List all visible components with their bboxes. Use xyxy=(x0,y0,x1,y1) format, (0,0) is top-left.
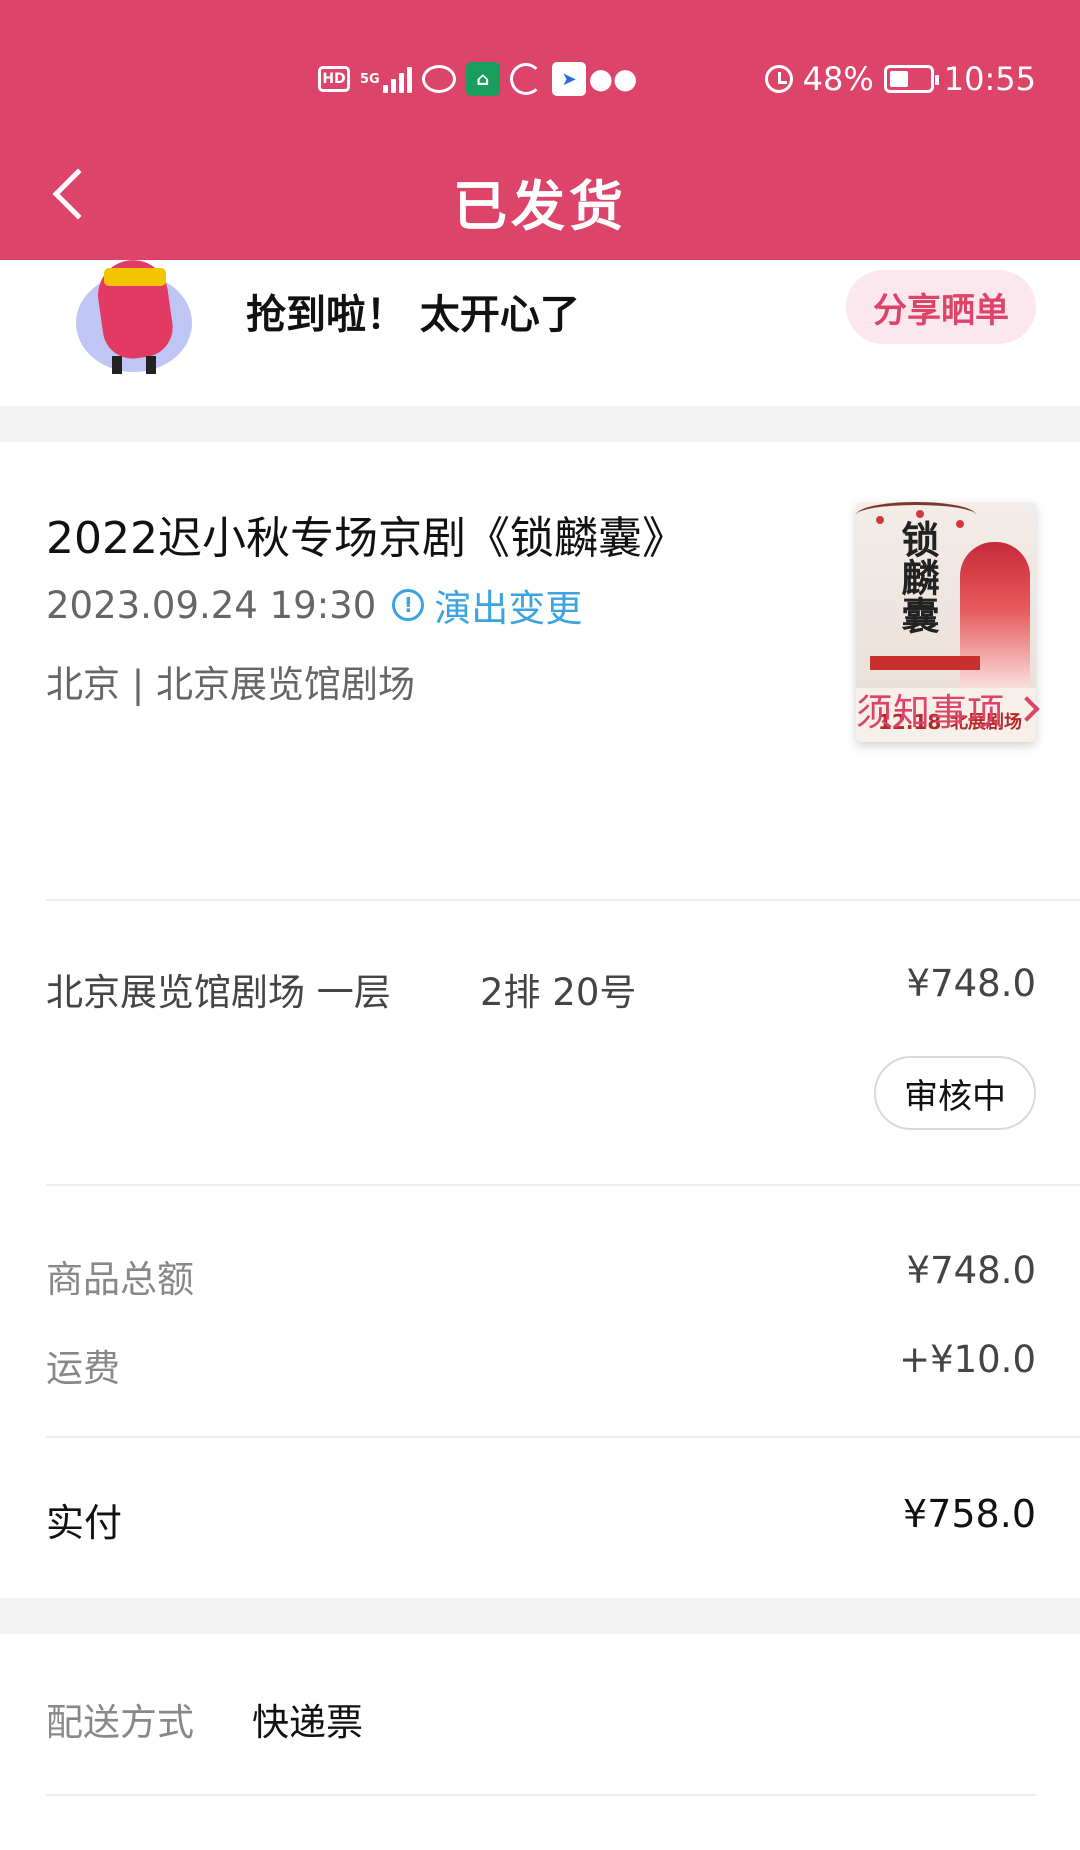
blue-app-icon: ➤ xyxy=(552,62,586,96)
sync-icon xyxy=(510,63,542,95)
review-status-badge[interactable]: 审核中 xyxy=(874,1056,1036,1130)
subtotal-value: ¥748.0 xyxy=(906,1249,1036,1292)
top-header: HD 5G ⌂ ➤ ●● 48% 10:55 已发货 xyxy=(0,0,1080,260)
clock-time: 10:55 xyxy=(943,60,1036,98)
divider xyxy=(46,899,1080,901)
battery-percent: 48% xyxy=(802,60,874,98)
message-icon xyxy=(422,65,456,93)
delivery-method-label: 配送方式 xyxy=(46,1701,194,1744)
show-datetime-row: 2023.09.24 19:30 ! 演出变更 xyxy=(46,578,582,632)
shipping-value: +¥10.0 xyxy=(899,1338,1036,1381)
show-venue: 北京 | 北京展览馆剧场 xyxy=(46,663,415,706)
section-gap xyxy=(0,406,1080,442)
poster-title: 锁麟囊 xyxy=(895,520,940,634)
share-order-button[interactable]: 分享晒单 xyxy=(846,270,1036,344)
share-banner: 抢到啦！ 太开心了 分享晒单 xyxy=(0,255,1080,406)
paid-label: 实付 xyxy=(46,1501,123,1545)
battery-icon xyxy=(883,65,939,93)
paid-value: ¥758.0 xyxy=(903,1492,1036,1536)
share-message: 抢到啦！ 太开心了 xyxy=(246,292,580,338)
info-icon[interactable]: ! xyxy=(392,589,425,621)
green-app-icon: ⌂ xyxy=(466,62,500,96)
status-icons-right: 48% 10:55 xyxy=(764,52,1036,106)
seat-price: ¥748.0 xyxy=(906,962,1036,1005)
nav-bar: 已发货 xyxy=(0,150,1080,240)
seat-number: 2排 20号 xyxy=(480,971,637,1014)
divider xyxy=(46,1436,1080,1438)
delivery-method-value: 快递票 xyxy=(252,1701,363,1744)
show-title: 2022迟小秋专场京剧《锁麟囊》 xyxy=(46,513,686,564)
section-gap xyxy=(0,1598,1080,1634)
order-card: 2022迟小秋专场京剧《锁麟囊》 2023.09.24 19:30 ! 演出变更… xyxy=(0,442,1080,1598)
page-title: 已发货 xyxy=(453,175,627,238)
chevron-right-icon xyxy=(1014,696,1040,722)
hd-icon: HD xyxy=(318,66,350,92)
divider xyxy=(46,1794,1036,1796)
notice-label: 须知事项 xyxy=(856,691,1004,734)
notice-link[interactable]: 须知事项 xyxy=(856,682,1040,736)
show-datetime: 2023.09.24 19:30 xyxy=(46,583,377,627)
network-type: 5G xyxy=(360,71,380,87)
wechat-icon: ●● xyxy=(588,62,638,95)
shipping-label: 运费 xyxy=(46,1347,120,1390)
mascot-image xyxy=(70,255,200,380)
seat-venue-floor: 北京展览馆剧场 一层 xyxy=(46,971,391,1014)
status-bar: HD 5G ⌂ ➤ ●● 48% 10:55 xyxy=(0,52,1080,106)
signal-icon: 5G xyxy=(360,62,412,96)
divider xyxy=(46,1184,1080,1186)
status-icons-left: HD 5G ⌂ ➤ ●● xyxy=(318,52,638,106)
delivery-section: 配送方式 快递票 xyxy=(0,1634,1080,1850)
subtotal-label: 商品总额 xyxy=(46,1258,194,1301)
show-change-link[interactable]: 演出变更 xyxy=(434,578,582,632)
alarm-icon xyxy=(764,65,793,93)
